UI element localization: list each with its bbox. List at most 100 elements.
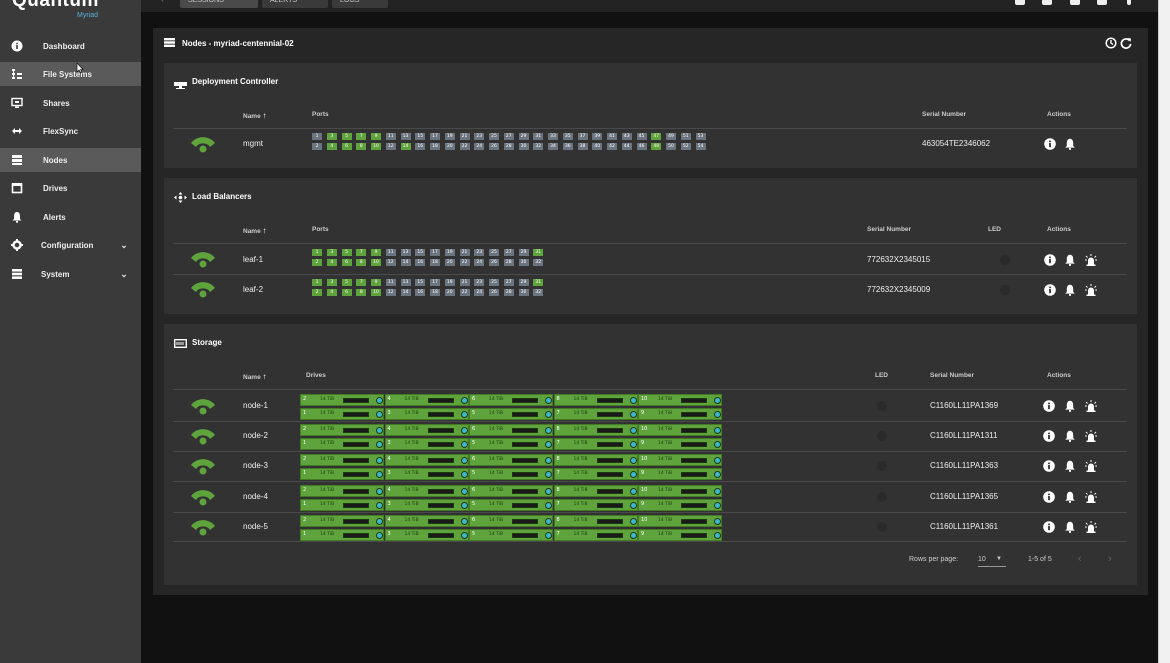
- info-icon[interactable]: [1044, 284, 1056, 296]
- port-30[interactable]: 30: [518, 143, 529, 150]
- info-icon[interactable]: [1043, 400, 1055, 412]
- port-6[interactable]: 6: [341, 143, 352, 150]
- port-32[interactable]: 32: [533, 289, 544, 296]
- port-2[interactable]: 2: [312, 289, 322, 296]
- drive-slot-6[interactable]: 6 14 TiB: [469, 454, 553, 467]
- info-icon[interactable]: [1044, 254, 1056, 266]
- drive-slot-6[interactable]: 6 14 TiB: [469, 424, 553, 437]
- port-27[interactable]: 27: [503, 249, 514, 256]
- bell-icon[interactable]: [1064, 491, 1076, 503]
- port-15[interactable]: 15: [415, 279, 426, 286]
- drive-slot-1[interactable]: 1 14 TiB: [300, 408, 384, 420]
- port-32[interactable]: 32: [533, 259, 544, 266]
- port-16[interactable]: 16: [415, 143, 426, 150]
- port-27[interactable]: 27: [503, 279, 514, 286]
- port-32[interactable]: 32: [533, 143, 544, 150]
- port-53[interactable]: 53: [695, 133, 706, 140]
- sidebar-item-nodes[interactable]: Nodes: [0, 148, 141, 172]
- port-4[interactable]: 4: [326, 289, 337, 296]
- sidebar-item-flexsync[interactable]: FlexSync: [0, 119, 141, 143]
- port-19[interactable]: 19: [444, 133, 455, 140]
- drive-slot-2[interactable]: 2 14 TiB: [300, 424, 384, 437]
- port-9[interactable]: 9: [371, 133, 381, 140]
- sidebar-item-drives[interactable]: Drives: [0, 176, 141, 200]
- drive-slot-3[interactable]: 3 14 TiB: [384, 528, 469, 541]
- column-header-name[interactable]: Name ↑: [243, 111, 267, 120]
- port-18[interactable]: 18: [430, 259, 440, 266]
- port-25[interactable]: 25: [489, 279, 499, 286]
- port-20[interactable]: 20: [444, 143, 455, 150]
- drive-slot-6[interactable]: 6 14 TiB: [469, 484, 553, 497]
- port-46[interactable]: 46: [636, 143, 647, 150]
- port-9[interactable]: 9: [371, 249, 381, 256]
- drive-slot-3[interactable]: 3 14 TiB: [384, 498, 469, 511]
- port-10[interactable]: 10: [371, 259, 381, 266]
- port-18[interactable]: 18: [430, 143, 440, 150]
- tab-alerts[interactable]: ALERTS: [262, 0, 328, 8]
- led-indicator[interactable]: [877, 491, 887, 502]
- user-icon[interactable]: [1015, 0, 1025, 5]
- port-48[interactable]: 48: [651, 143, 662, 150]
- port-13[interactable]: 13: [400, 279, 411, 286]
- port-24[interactable]: 24: [474, 289, 485, 296]
- port-6[interactable]: 6: [341, 289, 352, 296]
- drive-slot-5[interactable]: 5 14 TiB: [469, 438, 553, 451]
- port-14[interactable]: 14: [400, 289, 411, 296]
- sidebar-item-file-systems[interactable]: File Systems: [0, 62, 141, 86]
- port-44[interactable]: 44: [621, 143, 632, 150]
- port-23[interactable]: 23: [474, 249, 485, 256]
- drive-slot-2[interactable]: 2 14 TiB: [300, 484, 384, 497]
- drive-slot-8[interactable]: 8 14 TiB: [553, 394, 638, 406]
- port-11[interactable]: 11: [385, 133, 396, 140]
- drive-slot-9[interactable]: 9 14 TiB: [638, 498, 722, 511]
- port-23[interactable]: 23: [474, 279, 485, 286]
- led-indicator[interactable]: [877, 521, 887, 532]
- port-12[interactable]: 12: [385, 259, 396, 266]
- port-16[interactable]: 16: [415, 259, 426, 266]
- port-30[interactable]: 30: [518, 259, 529, 266]
- port-22[interactable]: 22: [459, 259, 470, 266]
- bell-icon[interactable]: [1064, 284, 1076, 296]
- port-13[interactable]: 13: [400, 249, 411, 256]
- drive-slot-10[interactable]: 10 14 TiB: [638, 514, 722, 527]
- port-17[interactable]: 17: [430, 133, 440, 140]
- drive-slot-2[interactable]: 2 14 TiB: [300, 394, 384, 406]
- port-1[interactable]: 1: [312, 133, 322, 140]
- sidebar-item-system[interactable]: System ⌄: [0, 262, 141, 286]
- bell-icon[interactable]: [1064, 460, 1076, 473]
- port-22[interactable]: 22: [459, 289, 470, 296]
- bell-icon[interactable]: [1064, 254, 1076, 266]
- info-icon[interactable]: [1044, 138, 1056, 150]
- port-12[interactable]: 12: [385, 143, 396, 150]
- drive-slot-9[interactable]: 9 14 TiB: [638, 528, 722, 541]
- port-5[interactable]: 5: [341, 279, 352, 286]
- chevron-down-icon[interactable]: ⌄: [119, 240, 129, 251]
- drive-slot-9[interactable]: 9 14 TiB: [638, 408, 722, 420]
- drive-slot-8[interactable]: 8 14 TiB: [553, 424, 638, 437]
- port-41[interactable]: 41: [607, 133, 617, 140]
- port-3[interactable]: 3: [326, 133, 337, 140]
- drive-slot-2[interactable]: 2 14 TiB: [300, 454, 384, 467]
- window-icon[interactable]: [1070, 0, 1080, 5]
- port-31[interactable]: 31: [533, 249, 544, 256]
- port-40[interactable]: 40: [592, 143, 603, 150]
- port-17[interactable]: 17: [430, 249, 440, 256]
- led-indicator[interactable]: [1000, 285, 1010, 295]
- led-indicator[interactable]: [877, 461, 887, 472]
- scrollbar[interactable]: [1158, 0, 1170, 663]
- port-31[interactable]: 31: [533, 279, 544, 286]
- port-4[interactable]: 4: [326, 259, 337, 266]
- port-51[interactable]: 51: [680, 133, 691, 140]
- drive-slot-5[interactable]: 5 14 TiB: [469, 468, 553, 481]
- sidebar-item-dashboard[interactable]: Dashboard: [0, 34, 141, 58]
- port-28[interactable]: 28: [503, 143, 514, 150]
- port-24[interactable]: 24: [474, 143, 485, 150]
- port-25[interactable]: 25: [489, 133, 499, 140]
- drive-slot-7[interactable]: 7 14 TiB: [553, 408, 638, 420]
- beacon-light-icon[interactable]: [1085, 400, 1097, 412]
- gear-icon[interactable]: [1042, 0, 1052, 5]
- prev-page-icon[interactable]: ‹: [1078, 553, 1082, 565]
- port-22[interactable]: 22: [459, 143, 470, 150]
- port-15[interactable]: 15: [415, 249, 426, 256]
- port-20[interactable]: 20: [444, 259, 455, 266]
